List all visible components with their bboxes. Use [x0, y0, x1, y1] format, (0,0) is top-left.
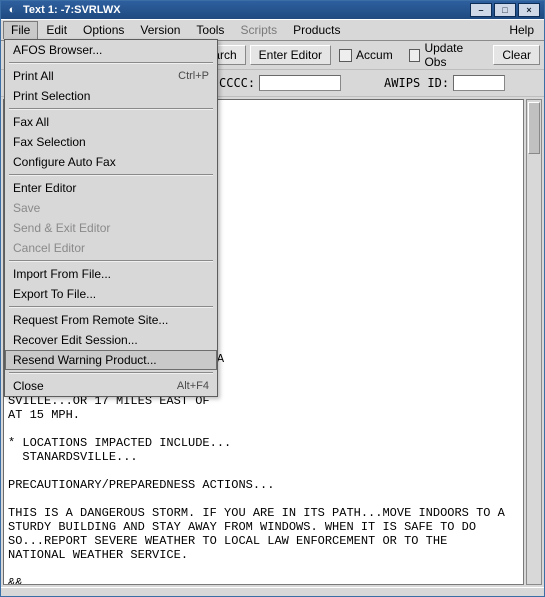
menu-separator [9, 372, 213, 374]
menu-separator [9, 306, 213, 308]
vertical-scrollbar[interactable] [526, 99, 542, 585]
mi-save: Save [5, 198, 217, 218]
awips-id-label: AWIPS ID: [384, 76, 449, 90]
cccc-input[interactable] [259, 75, 341, 91]
mi-send-exit-editor: Send & Exit Editor [5, 218, 217, 238]
minimize-button[interactable]: – [470, 3, 492, 17]
text-window: ◐ Text 1: -7:SVRLWX – □ × File Edit Opti… [0, 0, 545, 597]
mi-resend-warning-product[interactable]: Resend Warning Product... [5, 350, 217, 370]
menu-bar: File Edit Options Version Tools Scripts … [1, 19, 544, 41]
close-window-button[interactable]: × [518, 3, 540, 17]
menu-scripts: Scripts [232, 21, 285, 39]
scroll-thumb[interactable] [528, 102, 540, 154]
menu-tools[interactable]: Tools [188, 21, 232, 39]
menu-products[interactable]: Products [285, 21, 348, 39]
app-icon: ◐ [5, 3, 19, 17]
mi-recover-edit-session[interactable]: Recover Edit Session... [5, 330, 217, 350]
menu-edit[interactable]: Edit [38, 21, 75, 39]
mi-configure-auto-fax[interactable]: Configure Auto Fax [5, 152, 217, 172]
menu-options[interactable]: Options [75, 21, 132, 39]
mi-export-to-file[interactable]: Export To File... [5, 284, 217, 304]
enter-editor-button[interactable]: Enter Editor [250, 45, 331, 65]
menu-separator [9, 260, 213, 262]
mi-enter-editor[interactable]: Enter Editor [5, 178, 217, 198]
mi-print-all[interactable]: Print All Ctrl+P [5, 66, 217, 86]
menu-help[interactable]: Help [501, 21, 542, 39]
status-bar [1, 587, 544, 596]
checkbox-icon [339, 49, 352, 62]
menu-separator [9, 62, 213, 64]
mi-fax-selection[interactable]: Fax Selection [5, 132, 217, 152]
accum-checkbox[interactable]: Accum [335, 48, 397, 62]
mi-print-selection[interactable]: Print Selection [5, 86, 217, 106]
menu-separator [9, 108, 213, 110]
maximize-button[interactable]: □ [494, 3, 516, 17]
clear-button[interactable]: Clear [493, 45, 540, 65]
title-bar[interactable]: ◐ Text 1: -7:SVRLWX – □ × [1, 1, 544, 19]
mi-cancel-editor: Cancel Editor [5, 238, 217, 258]
menu-file[interactable]: File [3, 21, 38, 39]
menu-separator [9, 174, 213, 176]
file-menu: AFOS Browser... Print All Ctrl+P Print S… [4, 39, 218, 397]
mi-fax-all[interactable]: Fax All [5, 112, 217, 132]
mi-import-from-file[interactable]: Import From File... [5, 264, 217, 284]
menu-version[interactable]: Version [132, 21, 188, 39]
update-obs-checkbox[interactable]: Update Obs [405, 41, 486, 69]
awips-id-input[interactable] [453, 75, 505, 91]
mi-request-remote-site[interactable]: Request From Remote Site... [5, 310, 217, 330]
cccc-label: CCCC: [219, 76, 255, 90]
window-title: Text 1: -7:SVRLWX [23, 4, 121, 16]
checkbox-icon [409, 49, 421, 62]
mi-afos-browser[interactable]: AFOS Browser... [5, 40, 217, 60]
mi-close[interactable]: Close Alt+F4 [5, 376, 217, 396]
